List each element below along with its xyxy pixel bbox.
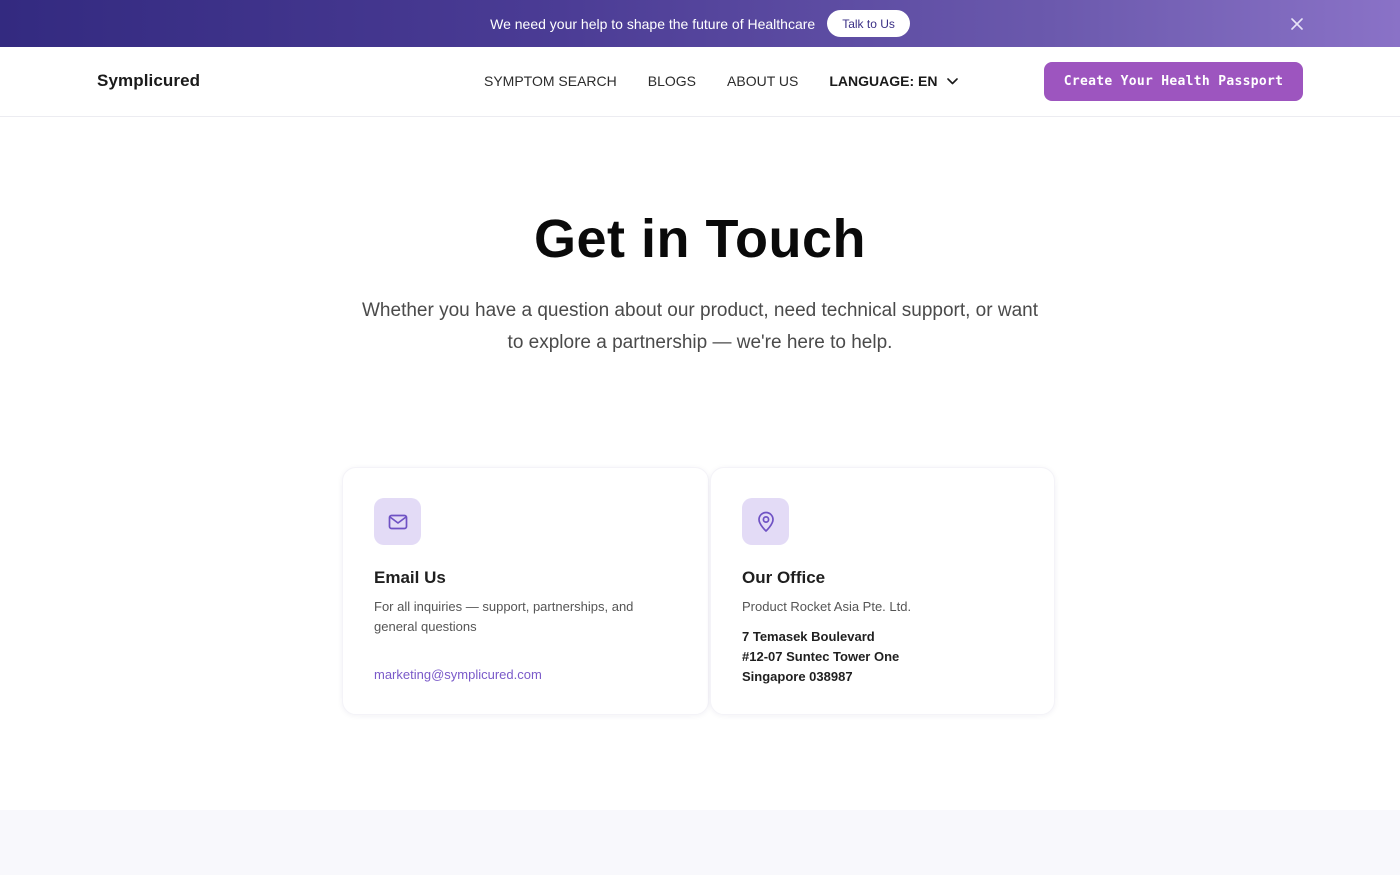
email-card-title: Email Us	[374, 568, 446, 587]
office-card: Our Office Product Rocket Asia Pte. Ltd.…	[710, 467, 1055, 715]
main-nav: Symplicured SYMPTOM SEARCH BLOGS ABOUT U…	[0, 47, 1400, 117]
address-line: #12-07 Suntec Tower One	[742, 649, 900, 664]
map-pin-icon	[742, 498, 789, 545]
footer-band	[0, 810, 1400, 875]
office-card-title: Our Office	[742, 568, 826, 587]
address-line: 7 Temasek Boulevard	[742, 629, 875, 644]
nav-links: SYMPTOM SEARCH BLOGS ABOUT US LANGUAGE: …	[484, 73, 959, 89]
email-card-description: For all inquiries — support, partnership…	[374, 599, 634, 634]
announcement-text: We need your help to shape the future of…	[490, 15, 816, 32]
chevron-down-icon	[947, 77, 959, 85]
create-health-passport-button[interactable]: Create Your Health Passport	[1044, 62, 1303, 101]
mail-icon	[374, 498, 421, 545]
language-label: LANGUAGE: EN	[829, 73, 938, 89]
talk-to-us-button[interactable]: Talk to Us	[827, 10, 910, 37]
nav-blogs[interactable]: BLOGS	[648, 73, 696, 89]
announcement-bar: We need your help to shape the future of…	[0, 0, 1400, 47]
office-address: 7 Temasek Boulevard #12-07 Suntec Tower …	[742, 627, 899, 687]
nav-symptom-search[interactable]: SYMPTOM SEARCH	[484, 73, 617, 89]
email-card: Email Us For all inquiries — support, pa…	[342, 467, 709, 715]
address-line: Singapore 038987	[742, 669, 853, 684]
language-selector[interactable]: LANGUAGE: EN	[829, 73, 959, 89]
nav-about-us[interactable]: ABOUT US	[727, 73, 798, 89]
page-subtitle: Whether you have a question about our pr…	[362, 300, 1038, 353]
office-company: Product Rocket Asia Pte. Ltd.	[742, 599, 912, 614]
close-icon[interactable]	[1287, 14, 1306, 33]
email-link[interactable]: marketing@symplicured.com	[374, 667, 542, 682]
logo[interactable]: Symplicured	[97, 71, 200, 91]
page-title: Get in Touch	[534, 209, 866, 269]
